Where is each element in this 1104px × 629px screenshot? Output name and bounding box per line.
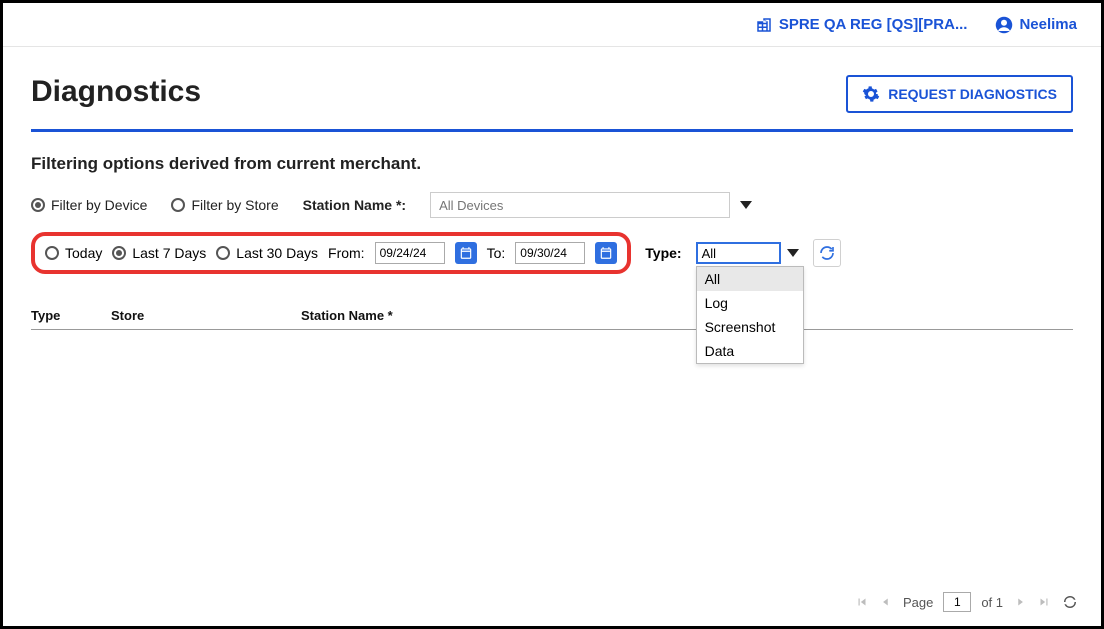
top-bar: SPRE QA REG [QS][PRA... Neelima	[3, 3, 1101, 47]
from-date-input[interactable]	[375, 242, 445, 264]
radio-mark-icon	[31, 198, 45, 212]
calendar-icon	[459, 246, 473, 260]
radio-today[interactable]: Today	[45, 245, 102, 261]
pager-last-button[interactable]	[1037, 595, 1051, 609]
station-name-input[interactable]	[430, 192, 730, 218]
calendar-icon	[599, 246, 613, 260]
org-label: SPRE QA REG [QS][PRA...	[779, 16, 968, 33]
table-header-row: Type Store Station Name *	[31, 302, 1073, 330]
radio-label: Last 30 Days	[236, 245, 318, 261]
radio-mark-icon	[45, 246, 59, 260]
radio-label: Filter by Store	[191, 197, 278, 213]
from-calendar-button[interactable]	[455, 242, 477, 264]
to-date-input[interactable]	[515, 242, 585, 264]
radio-last-30-days[interactable]: Last 30 Days	[216, 245, 318, 261]
column-header-station[interactable]: Station Name *	[301, 308, 481, 323]
to-calendar-button[interactable]	[595, 242, 617, 264]
radio-filter-by-device[interactable]: Filter by Device	[31, 197, 147, 213]
pager-page-input[interactable]	[943, 592, 971, 612]
request-diagnostics-label: REQUEST DIAGNOSTICS	[888, 86, 1057, 102]
type-dropdown-caret[interactable]	[787, 249, 799, 257]
type-select-value: All	[702, 246, 716, 261]
refresh-icon	[818, 244, 836, 262]
request-diagnostics-button[interactable]: REQUEST DIAGNOSTICS	[846, 75, 1073, 113]
user-menu[interactable]: Neelima	[995, 16, 1077, 34]
org-selector[interactable]: SPRE QA REG [QS][PRA...	[755, 16, 968, 34]
type-option-screenshot[interactable]: Screenshot	[697, 315, 803, 339]
from-label: From:	[328, 245, 365, 261]
radio-label: Last 7 Days	[132, 245, 206, 261]
pager-of-label: of 1	[981, 595, 1003, 610]
radio-mark-icon	[112, 246, 126, 260]
pagination-bar: Page of 1	[855, 592, 1079, 612]
title-divider	[31, 129, 1073, 132]
user-name: Neelima	[1019, 16, 1077, 33]
type-option-log[interactable]: Log	[697, 291, 803, 315]
pager-refresh-button[interactable]	[1061, 593, 1079, 611]
type-label: Type:	[645, 245, 681, 261]
pager-next-button[interactable]	[1013, 595, 1027, 609]
type-option-data[interactable]: Data	[697, 339, 803, 363]
gear-icon	[862, 85, 880, 103]
user-icon	[995, 16, 1013, 34]
radio-mark-icon	[171, 198, 185, 212]
date-range-highlight: Today Last 7 Days Last 30 Days From: To:	[31, 232, 631, 274]
column-header-store[interactable]: Store	[111, 308, 301, 323]
radio-label: Filter by Device	[51, 197, 147, 213]
pager-prev-button[interactable]	[879, 595, 893, 609]
type-option-all[interactable]: All	[697, 267, 803, 291]
building-icon	[755, 16, 773, 34]
radio-label: Today	[65, 245, 102, 261]
type-select[interactable]: All	[696, 242, 781, 264]
radio-filter-by-store[interactable]: Filter by Store	[171, 197, 278, 213]
radio-mark-icon	[216, 246, 230, 260]
refresh-button[interactable]	[813, 239, 841, 267]
type-dropdown-panel: All Log Screenshot Data	[696, 266, 804, 364]
filter-heading: Filtering options derived from current m…	[31, 154, 1073, 174]
pager-first-button[interactable]	[855, 595, 869, 609]
page-title: Diagnostics	[31, 75, 201, 109]
to-label: To:	[487, 245, 506, 261]
station-dropdown-caret[interactable]	[740, 201, 752, 209]
radio-last-7-days[interactable]: Last 7 Days	[112, 245, 206, 261]
column-header-type[interactable]: Type	[31, 308, 111, 323]
station-name-label: Station Name *:	[303, 197, 406, 213]
pager-page-label: Page	[903, 595, 933, 610]
